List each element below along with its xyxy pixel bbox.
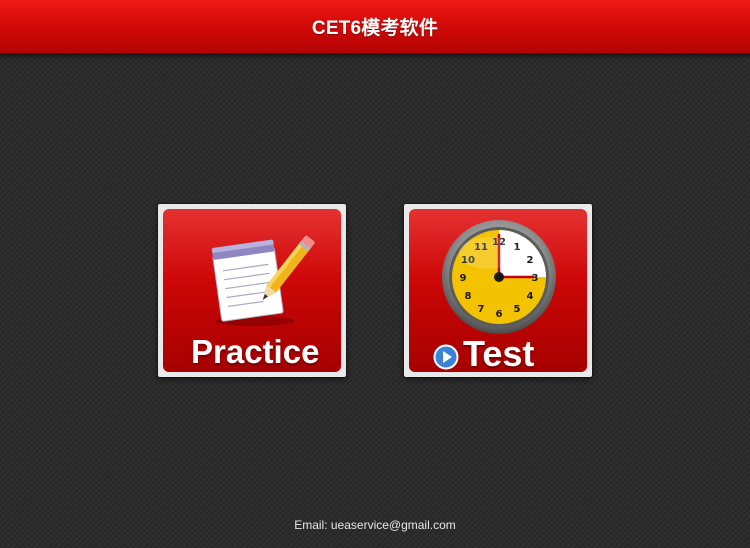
clock-icon: 12 1 2 3 4 5 6 7 8 9 10 11 [442,220,556,334]
svg-text:7: 7 [478,304,485,315]
svg-text:5: 5 [514,304,521,315]
app-header: CET6模考软件 [0,0,750,54]
test-tile-face: 12 1 2 3 4 5 6 7 8 9 10 11 Tes [409,209,587,372]
notepad-pencil-icon [211,235,315,326]
svg-text:8: 8 [465,291,472,302]
practice-tile-face: Practice [163,209,341,372]
svg-text:3: 3 [532,273,539,284]
contact-email: Email: ueaservice@gmail.com [294,518,456,532]
practice-label: Practice [191,333,320,370]
svg-text:4: 4 [527,291,534,302]
test-label: Test [463,333,535,372]
svg-text:2: 2 [527,255,534,266]
svg-text:6: 6 [496,309,503,320]
app-title: CET6模考软件 [311,18,439,39]
test-button[interactable]: 12 1 2 3 4 5 6 7 8 9 10 11 Tes [404,204,592,377]
svg-text:9: 9 [460,273,467,284]
practice-button[interactable]: Practice [158,204,346,377]
play-icon [433,344,459,370]
